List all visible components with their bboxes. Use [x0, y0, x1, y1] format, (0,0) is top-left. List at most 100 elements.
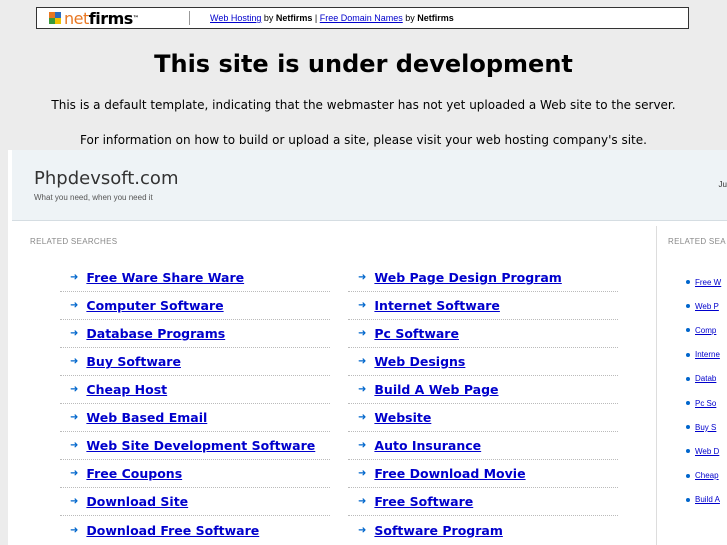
frame-header: Phpdevsoft.com What you need, when you n…: [12, 150, 727, 221]
bullet-icon: [686, 473, 690, 478]
banner-divider: [189, 11, 190, 25]
arrow-icon: ➜: [70, 412, 79, 423]
list-item: ➜ Web Based Email: [60, 404, 330, 432]
bullet-icon: [686, 401, 690, 406]
bullet-icon: [686, 304, 690, 309]
related-searches-label: RELATED SEARCHES: [30, 237, 118, 246]
search-link[interactable]: Free Software: [374, 494, 473, 509]
sidebar-item: Build A: [686, 488, 727, 512]
arrow-icon: ➜: [358, 384, 367, 395]
list-item: ➜ Website: [348, 404, 618, 432]
related-searches-column-2: ➜ Web Page Design Program ➜ Internet Softw…: [348, 264, 618, 544]
search-link[interactable]: Download Site: [86, 494, 188, 509]
search-link[interactable]: Download Free Software: [86, 523, 259, 538]
search-link[interactable]: Free Ware Share Ware: [86, 270, 244, 285]
list-item: ➜ Database Programs: [60, 320, 330, 348]
banner-brand-text-2: Netfirms: [417, 13, 454, 23]
search-link[interactable]: Auto Insurance: [374, 438, 481, 453]
search-link[interactable]: Buy Software: [86, 354, 181, 369]
page-title: This site is under development: [154, 50, 573, 78]
arrow-icon: ➜: [70, 356, 79, 367]
bullet-icon: [686, 376, 690, 381]
sidebar-link[interactable]: Web P: [695, 302, 719, 311]
sidebar-link[interactable]: Web D: [695, 447, 719, 456]
list-item: ➜ Internet Software: [348, 292, 618, 320]
list-item: ➜ Web Site Development Software: [60, 432, 330, 460]
logo-net-text: net: [64, 8, 89, 28]
sidebar-item: Datab: [686, 367, 727, 391]
sidebar-link[interactable]: Comp: [695, 326, 716, 335]
default-template-notice: This is a default template, indicating t…: [51, 98, 676, 112]
arrow-icon: ➜: [358, 272, 367, 283]
list-item: ➜ Buy Software: [60, 348, 330, 376]
logo-tm-text: ™: [132, 14, 139, 22]
list-item: ➜ Build A Web Page: [348, 376, 618, 404]
arrow-icon: ➜: [358, 356, 367, 367]
search-link[interactable]: Free Download Movie: [374, 466, 525, 481]
search-link[interactable]: Free Coupons: [86, 466, 182, 481]
sidebar-item: Buy S: [686, 415, 727, 439]
netfirms-logo[interactable]: net firms ™: [37, 9, 189, 28]
arrow-icon: ➜: [70, 300, 79, 311]
list-item: ➜ Free Software: [348, 488, 618, 516]
sidebar-link[interactable]: Build A: [695, 495, 720, 504]
sidebar-link[interactable]: Cheap: [695, 471, 719, 480]
sidebar-item: Interne: [686, 343, 727, 367]
list-item: ➜ Web Designs: [348, 348, 618, 376]
search-link[interactable]: Computer Software: [86, 298, 223, 313]
search-link[interactable]: Pc Software: [374, 326, 459, 341]
list-item: ➜ Free Coupons: [60, 460, 330, 488]
sidebar-link[interactable]: Interne: [695, 350, 720, 359]
related-searches-label-right: RELATED SEA: [668, 237, 726, 246]
parked-page-frame: Phpdevsoft.com What you need, when you n…: [8, 150, 727, 545]
bullet-icon: [686, 280, 690, 285]
search-link[interactable]: Software Program: [374, 523, 502, 538]
netfirms-banner: net firms ™ Web Hosting by Netfirms | Free…: [36, 7, 689, 29]
sidebar-item: Free W: [686, 270, 727, 294]
banner-by-text-2: by: [402, 13, 418, 23]
arrow-icon: ➜: [70, 384, 79, 395]
search-link[interactable]: Web Page Design Program: [374, 270, 561, 285]
sidebar-link[interactable]: Pc So: [695, 399, 716, 408]
arrow-icon: ➜: [70, 272, 79, 283]
arrow-icon: ➜: [70, 524, 79, 536]
site-title[interactable]: Phpdevsoft.com: [34, 168, 178, 189]
list-item: ➜ Software Program: [348, 516, 618, 544]
search-link[interactable]: Build A Web Page: [374, 382, 498, 397]
search-link[interactable]: Web Based Email: [86, 410, 207, 425]
logo-firms-text: firms: [88, 8, 134, 28]
search-link[interactable]: Web Designs: [374, 354, 465, 369]
arrow-icon: ➜: [358, 300, 367, 311]
banner-by-text: by: [261, 13, 276, 23]
banner-separator: |: [312, 13, 320, 23]
sidebar-item: Web D: [686, 439, 727, 463]
bullet-icon: [686, 449, 690, 454]
arrow-icon: ➜: [70, 328, 79, 339]
bullet-icon: [686, 352, 690, 357]
search-link[interactable]: Website: [374, 410, 431, 425]
search-link[interactable]: Internet Software: [374, 298, 500, 313]
bullet-icon: [686, 497, 690, 502]
list-item: ➜ Download Site: [60, 488, 330, 516]
list-item: ➜ Download Free Software: [60, 516, 330, 544]
free-domain-names-link[interactable]: Free Domain Names: [320, 13, 403, 23]
search-link[interactable]: Cheap Host: [86, 382, 167, 397]
list-item: ➜ Auto Insurance: [348, 432, 618, 460]
sidebar-link[interactable]: Datab: [695, 374, 716, 383]
web-hosting-link[interactable]: Web Hosting: [210, 13, 261, 23]
sidebar-link[interactable]: Free W: [695, 278, 721, 287]
sidebar-item: Cheap: [686, 464, 727, 488]
list-item: ➜ Cheap Host: [60, 376, 330, 404]
netfirms-flag-icon: [49, 12, 61, 24]
site-tagline: What you need, when you need it: [34, 193, 153, 202]
related-searches-sidebar: Free W Web P Comp Interne Datab Pc So Bu…: [686, 270, 727, 512]
arrow-icon: ➜: [70, 496, 79, 507]
search-link[interactable]: Database Programs: [86, 326, 225, 341]
sidebar-link[interactable]: Buy S: [695, 423, 716, 432]
search-link[interactable]: Web Site Development Software: [86, 438, 315, 453]
header-right-text: Ju: [718, 180, 727, 189]
sidebar-item: Comp: [686, 318, 727, 342]
list-item: ➜ Computer Software: [60, 292, 330, 320]
related-searches-column-1: ➜ Free Ware Share Ware ➜ Computer Software…: [60, 264, 330, 544]
hosting-info-notice: For information on how to build or uploa…: [80, 133, 647, 147]
